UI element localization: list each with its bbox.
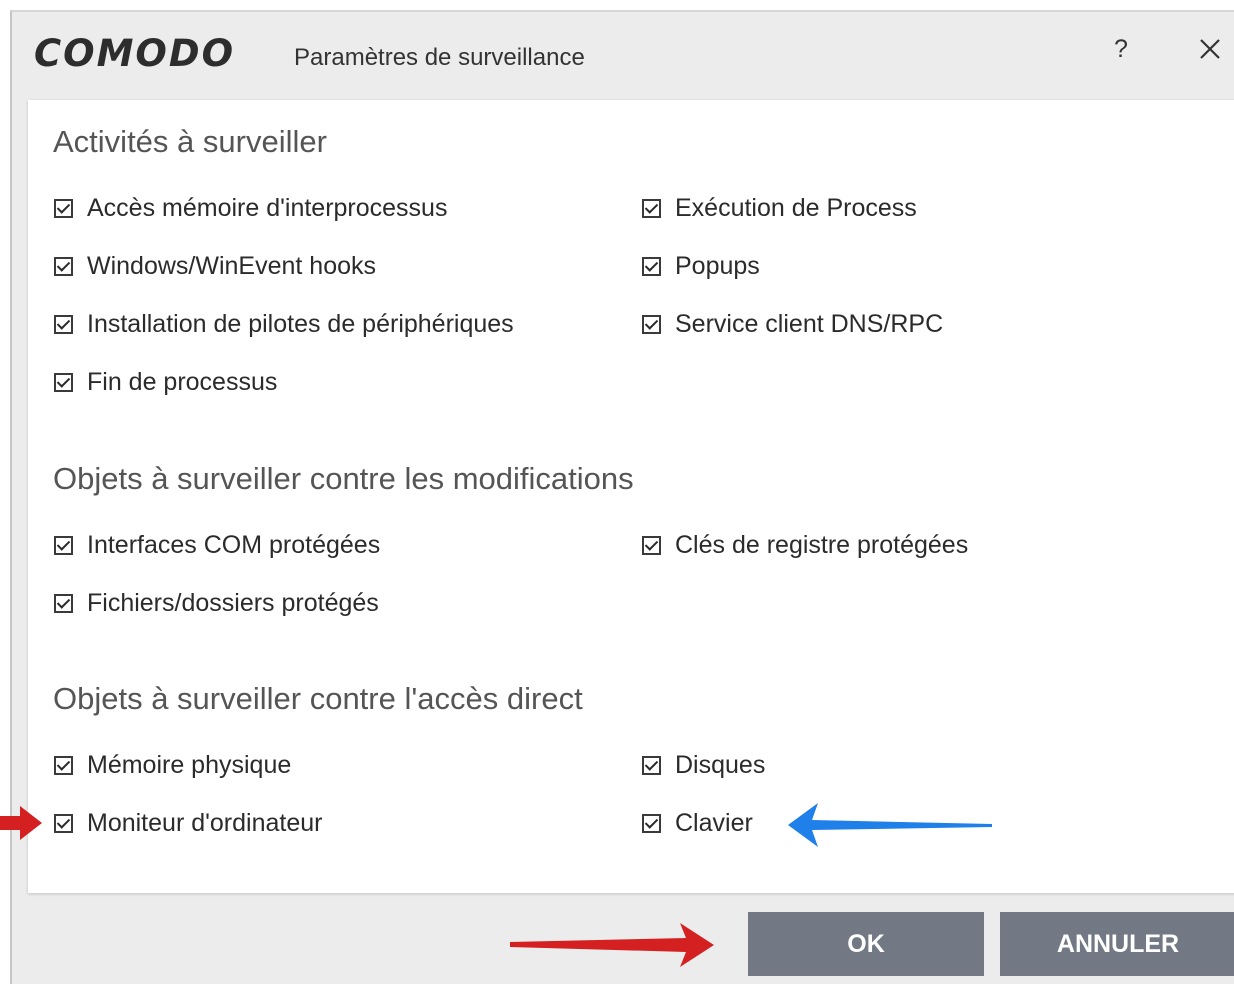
checkbox-checked[interactable] <box>54 256 73 276</box>
option-disks[interactable]: Disques <box>642 750 765 780</box>
option-protected-registry-keys[interactable]: Clés de registre protégées <box>642 530 968 560</box>
option-popups[interactable]: Popups <box>642 251 760 281</box>
option-interprocess-memory-access[interactable]: Accès mémoire d'interprocessus <box>54 193 447 223</box>
section-title-activities: Activités à surveiller <box>53 124 327 159</box>
cancel-button[interactable]: ANNULER <box>1000 912 1234 976</box>
checkbox-checked[interactable] <box>54 755 73 775</box>
option-label: Exécution de Process <box>675 193 917 222</box>
close-icon <box>1200 39 1220 59</box>
checkbox-checked[interactable] <box>642 314 661 334</box>
checkbox-checked[interactable] <box>54 813 73 833</box>
option-process-termination[interactable]: Fin de processus <box>54 367 277 397</box>
option-device-driver-installation[interactable]: Installation de pilotes de périphériques <box>54 309 514 339</box>
option-label: Interfaces COM protégées <box>87 530 381 559</box>
option-label: Clés de registre protégées <box>675 530 969 559</box>
option-label: Mémoire physique <box>87 750 292 779</box>
option-label: Moniteur d'ordinateur <box>87 808 323 837</box>
checkbox-checked[interactable] <box>642 535 661 555</box>
option-label: Accès mémoire d'interprocessus <box>87 193 448 222</box>
option-label: Service client DNS/RPC <box>675 309 944 338</box>
option-protected-files-folders[interactable]: Fichiers/dossiers protégés <box>54 588 379 618</box>
option-label: Fichiers/dossiers protégés <box>87 588 379 617</box>
ok-button[interactable]: OK <box>748 912 984 976</box>
checkbox-checked[interactable] <box>54 372 73 392</box>
option-label: Popups <box>675 251 760 280</box>
option-dns-rpc-client-service[interactable]: Service client DNS/RPC <box>642 309 943 339</box>
checkbox-checked[interactable] <box>54 314 73 334</box>
option-label: Disques <box>675 750 766 779</box>
red-arrow-ok-annotation <box>510 923 714 967</box>
option-protected-com-interfaces[interactable]: Interfaces COM protégées <box>54 530 380 560</box>
option-label: Installation de pilotes de périphériques <box>87 309 514 338</box>
checkbox-checked[interactable] <box>54 198 73 218</box>
checkbox-checked[interactable] <box>54 593 73 613</box>
dialog-title: Paramètres de surveillance <box>294 44 585 71</box>
red-arrow-left-annotation <box>0 806 42 840</box>
dialog-titlebar: COMODO Paramètres de surveillance ? <box>12 12 1234 98</box>
checkbox-checked[interactable] <box>642 198 661 218</box>
monitoring-settings-dialog: COMODO Paramètres de surveillance ? Acti… <box>10 10 1234 984</box>
close-button[interactable] <box>1196 32 1224 66</box>
checkbox-checked[interactable] <box>642 256 661 276</box>
option-physical-memory[interactable]: Mémoire physique <box>54 750 291 780</box>
help-button[interactable]: ? <box>1108 32 1134 66</box>
checkbox-checked[interactable] <box>642 813 661 833</box>
blue-arrow-annotation <box>788 803 992 847</box>
option-process-execution[interactable]: Exécution de Process <box>642 193 917 223</box>
settings-panel: Activités à surveiller Accès mémoire d'i… <box>28 100 1234 893</box>
option-label: Windows/WinEvent hooks <box>87 251 377 280</box>
option-computer-monitor[interactable]: Moniteur d'ordinateur <box>54 808 322 838</box>
section-title-modifications: Objets à surveiller contre les modificat… <box>53 461 634 496</box>
checkbox-checked[interactable] <box>54 535 73 555</box>
option-windows-hooks[interactable]: Windows/WinEvent hooks <box>54 251 376 281</box>
option-label: Fin de processus <box>87 367 278 396</box>
option-keyboard[interactable]: Clavier <box>642 808 753 838</box>
section-title-direct-access: Objets à surveiller contre l'accès direc… <box>53 681 583 716</box>
checkbox-checked[interactable] <box>642 755 661 775</box>
comodo-logo: COMODO <box>34 32 236 75</box>
option-label: Clavier <box>675 808 753 837</box>
